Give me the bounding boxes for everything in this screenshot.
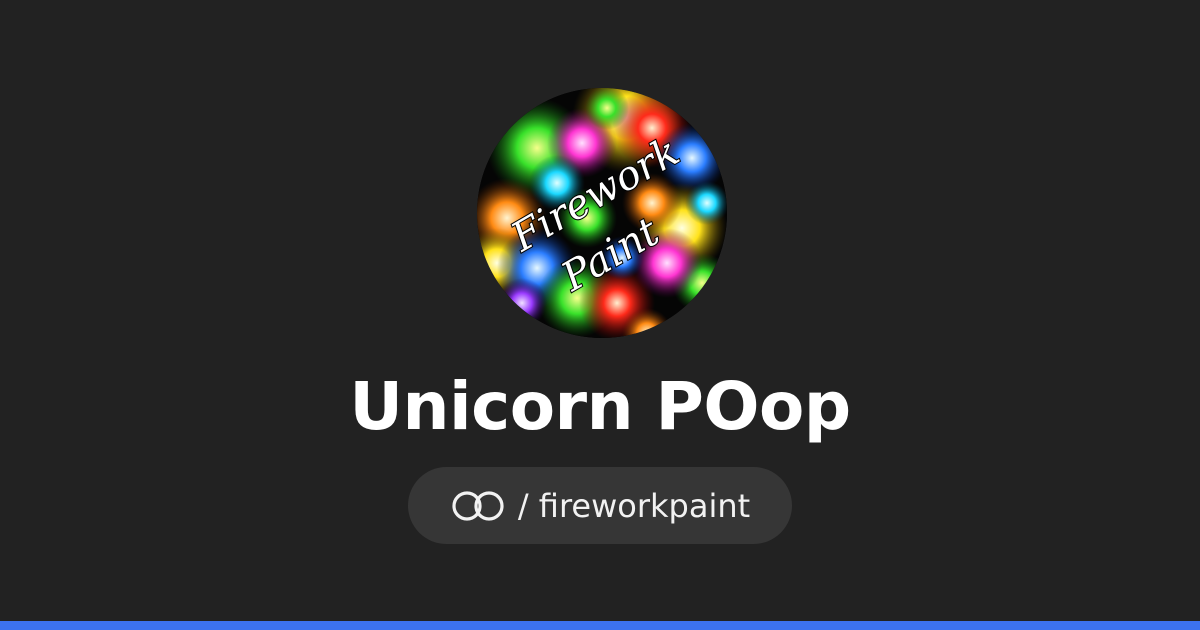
accent-bar	[0, 621, 1200, 630]
profile-avatar: Firework Paint	[477, 88, 727, 338]
linked-rings-icon	[450, 489, 506, 523]
firework-paint-logo-image: Firework Paint	[477, 88, 727, 338]
profile-handle: / fireworkpaint	[517, 486, 751, 525]
profile-handle-link[interactable]: / fireworkpaint	[408, 467, 792, 544]
profile-name: Unicorn POop	[349, 368, 851, 445]
